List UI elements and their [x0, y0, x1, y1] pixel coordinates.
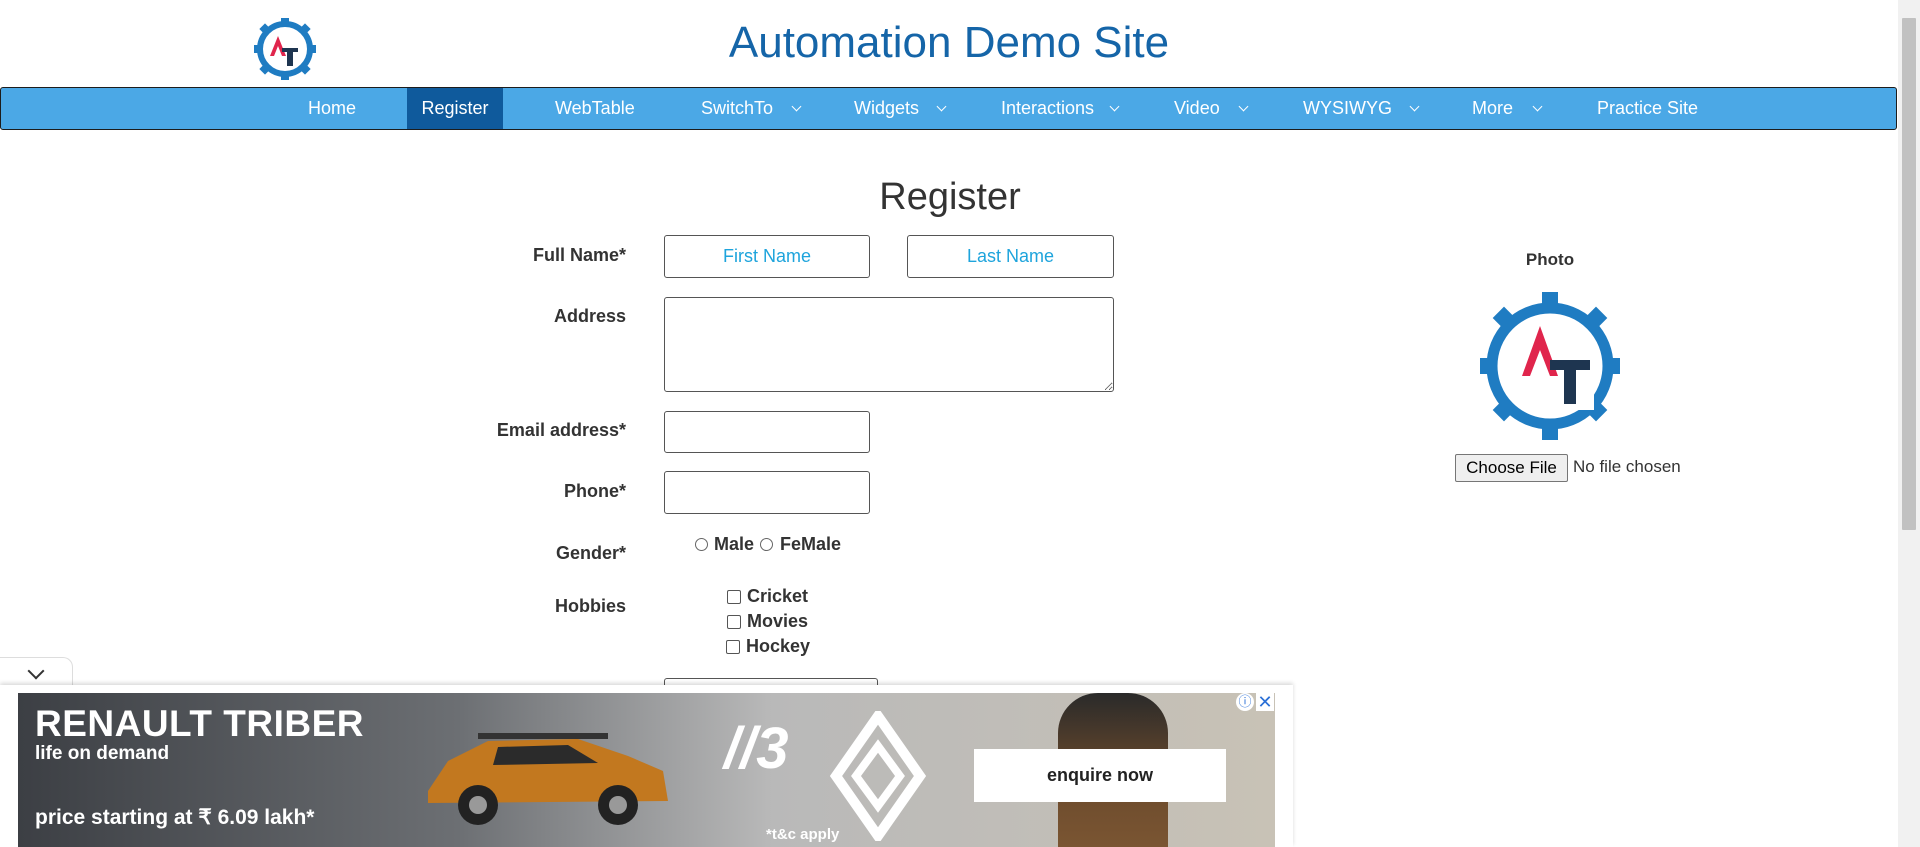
- hobby-hockey-checkbox[interactable]: [726, 640, 740, 654]
- nav-practice-site[interactable]: Practice Site: [1597, 88, 1707, 129]
- car-image-icon: [428, 733, 668, 825]
- gender-female-label: FeMale: [780, 534, 842, 554]
- ad-collapse-toggle[interactable]: [0, 657, 73, 688]
- hobby-cricket-checkbox[interactable]: [727, 590, 741, 604]
- hobby-hockey-label: Hockey: [746, 636, 811, 656]
- nav-switchto-label: SwitchTo: [701, 98, 774, 118]
- hobbies-label: Hobbies: [554, 596, 626, 616]
- gender-male-radio[interactable]: [695, 538, 708, 551]
- address-label: Address: [553, 306, 626, 326]
- page-scrollbar[interactable]: [1898, 0, 1920, 847]
- gender-label: Gender*: [555, 543, 626, 563]
- ad-headline: RENAULT TRIBER: [35, 703, 365, 744]
- chevron-down-icon: [1532, 101, 1543, 112]
- page-title: Register: [879, 176, 1021, 218]
- nav-interactions-label: Interactions: [1001, 98, 1095, 118]
- ad-price: price starting at ₹ 6.09 lakh*: [35, 806, 315, 829]
- site-title: Automation Demo Site: [728, 18, 1170, 67]
- nav-more[interactable]: More: [1472, 88, 1552, 129]
- nav-switchto[interactable]: SwitchTo: [701, 88, 811, 129]
- gender-male-label: Male: [714, 534, 755, 554]
- main-navbar: Home Register WebTable SwitchTo Widgets …: [0, 87, 1897, 130]
- chevron-down-icon: [1238, 101, 1249, 112]
- nav-widgets[interactable]: Widgets: [854, 88, 954, 129]
- hobby-cricket-label: Cricket: [747, 586, 809, 606]
- nav-widgets-label: Widgets: [854, 98, 920, 118]
- chevron-down-icon: [936, 101, 947, 112]
- photo-preview-logo-icon: [1480, 292, 1620, 440]
- nav-interactions[interactable]: Interactions: [1001, 88, 1126, 129]
- ad-info-icon[interactable]: ⓘ: [1236, 693, 1254, 711]
- photo-label: Photo: [1525, 250, 1575, 269]
- phone-field[interactable]: [664, 471, 870, 514]
- nav-more-label: More: [1472, 98, 1514, 118]
- choose-file-button[interactable]: Choose File: [1455, 454, 1568, 482]
- last-name-input[interactable]: [907, 235, 1114, 278]
- email-field[interactable]: [664, 411, 870, 453]
- nav-video[interactable]: Video: [1174, 88, 1254, 129]
- phone-label: Phone*: [563, 481, 626, 501]
- ad-close-icon[interactable]: ✕: [1256, 693, 1274, 711]
- ad-warranty-mark: //3: [724, 716, 789, 781]
- site-header: Automation Demo Site: [0, 0, 1898, 88]
- ad-terms: *t&c apply: [766, 826, 840, 843]
- nav-webtable[interactable]: WebTable: [555, 88, 635, 129]
- ad-subline: life on demand: [35, 743, 170, 764]
- chevron-down-icon: [1409, 101, 1420, 112]
- address-textarea[interactable]: [664, 297, 1114, 392]
- hobby-movies-label: Movies: [747, 611, 809, 631]
- ad-banner[interactable]: RENAULT TRIBER life on demand price star…: [18, 693, 1275, 847]
- email-label: Email address*: [496, 420, 626, 440]
- nav-register[interactable]: Register: [407, 88, 503, 129]
- nav-home[interactable]: Home: [293, 88, 371, 129]
- ad-enquire-button[interactable]: enquire now: [974, 749, 1226, 802]
- gender-female-radio[interactable]: [760, 538, 773, 551]
- scrollbar-thumb[interactable]: [1902, 18, 1916, 530]
- nav-wysiwyg-label: WYSIWYG: [1303, 98, 1392, 118]
- chevron-down-icon: [791, 101, 802, 112]
- first-name-input[interactable]: [664, 235, 870, 278]
- nav-wysiwyg[interactable]: WYSIWYG: [1303, 88, 1423, 129]
- hobby-movies-checkbox[interactable]: [727, 615, 741, 629]
- chevron-down-icon: [27, 662, 45, 680]
- chevron-down-icon: [1109, 101, 1120, 112]
- nav-video-label: Video: [1174, 98, 1220, 118]
- full-name-label: Full Name*: [532, 245, 626, 265]
- renault-logo-icon: [829, 711, 927, 841]
- file-status-text: No file chosen: [1573, 457, 1681, 476]
